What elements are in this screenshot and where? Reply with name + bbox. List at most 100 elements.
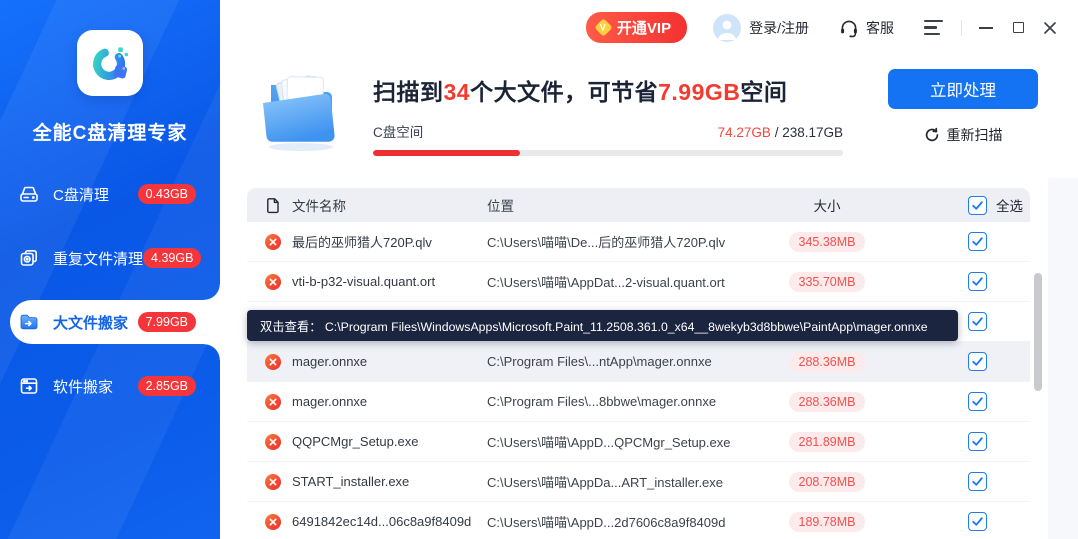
row-checkbox[interactable] xyxy=(968,352,987,371)
size-badge: 0.43GB xyxy=(138,184,196,204)
remove-file-icon[interactable] xyxy=(265,354,281,370)
sidebar-item-software-move[interactable]: 软件搬家 2.85GB xyxy=(0,364,220,408)
disk-usage-progressbar xyxy=(373,150,843,156)
drive-icon xyxy=(18,183,40,205)
tooltip-text: 双击查看： C:\Program Files\WindowsApps\Micro… xyxy=(260,317,928,335)
sidebar-item-label: 软件搬家 xyxy=(53,376,113,397)
disk-usage-row: C盘空间 74.27GB / 238.17GB xyxy=(373,121,843,141)
row-checkbox[interactable] xyxy=(968,312,987,331)
headset-icon xyxy=(839,18,859,38)
titlebar: V 开通VIP 登录/注册 xyxy=(220,0,1078,55)
file-size-badge: 335.70MB xyxy=(789,272,866,292)
right-gutter xyxy=(1048,178,1078,539)
row-checkbox[interactable] xyxy=(968,432,987,451)
table-row[interactable]: 最后的巫师猎人720P.qlv C:\Users\喵喵\De...后的巫师猎人7… xyxy=(247,222,1030,262)
file-doc-icon xyxy=(265,197,281,214)
app-logo-icon xyxy=(77,30,143,96)
folder-move-icon xyxy=(18,311,40,333)
scan-title: 扫描到34个大文件，可节省7.99GB空间 xyxy=(373,73,843,107)
file-location: C:\Users\喵喵\AppD...QPCMgr_Setup.exe xyxy=(487,432,762,451)
scan-summary: 扫描到34个大文件，可节省7.99GB空间 C盘空间 74.27GB / 238… xyxy=(220,55,1078,177)
file-location: C:\Program Files\...ntApp\mager.onnxe xyxy=(487,354,762,369)
large-files-table: 文件名称 位置 大小 全选 最后的巫师猎人720P.qlv C:\Users\喵… xyxy=(247,188,1030,539)
app-window: 全能C盘清理专家 C盘清理 0.43GB xyxy=(0,0,1078,539)
disk-label: C盘空间 xyxy=(373,121,423,141)
disk-separator: / xyxy=(771,125,782,140)
maximize-button[interactable] xyxy=(1010,20,1026,36)
file-size-badge: 281.89MB xyxy=(789,432,866,452)
file-size-badge: 208.78MB xyxy=(789,472,866,492)
login-register-button[interactable]: 登录/注册 xyxy=(713,14,809,42)
row-checkbox[interactable] xyxy=(968,392,987,411)
login-label: 登录/注册 xyxy=(749,18,809,38)
scan-title-size: 7.99GB xyxy=(658,79,740,105)
open-vip-button[interactable]: V 开通VIP xyxy=(586,12,687,43)
table-row[interactable]: QQPCMgr_Setup.exe C:\Users\喵喵\AppD...QPC… xyxy=(247,422,1030,462)
scan-actions: 立即处理 重新扫描 xyxy=(888,61,1038,177)
select-all-label: 全选 xyxy=(996,195,1023,215)
size-badge: 4.39GB xyxy=(143,248,201,268)
file-size-badge: 189.78MB xyxy=(789,512,866,532)
sidebar-item-duplicate-clean[interactable]: 重复文件清理 4.39GB xyxy=(0,236,220,280)
menu-button[interactable] xyxy=(924,20,946,36)
scan-title-part: 扫描到 xyxy=(373,79,444,105)
software-move-icon xyxy=(18,375,40,397)
scan-info: 扫描到34个大文件，可节省7.99GB空间 C盘空间 74.27GB / 238… xyxy=(373,61,843,177)
remove-file-icon[interactable] xyxy=(265,434,281,450)
table-row[interactable]: 6491842ec14d...06c8a9f8409d C:\Users\喵喵\… xyxy=(247,502,1030,539)
disk-total: 238.17GB xyxy=(782,125,843,140)
table-row[interactable]: vti-b-p32-visual.quant.ort C:\Users\喵喵\A… xyxy=(247,262,1030,302)
file-name: START_installer.exe xyxy=(292,474,409,489)
service-label: 客服 xyxy=(866,18,894,38)
row-checkbox[interactable] xyxy=(968,272,987,291)
scan-title-part: 个大文件，可节省 xyxy=(470,79,658,105)
disk-usage-fill xyxy=(373,150,520,156)
col-header-size: 大小 xyxy=(762,195,892,215)
table-scrollbar-thumb[interactable] xyxy=(1034,273,1042,391)
minimize-button[interactable] xyxy=(978,20,994,36)
file-name: mager.onnxe xyxy=(292,394,367,409)
file-size-badge: 288.36MB xyxy=(789,352,866,372)
file-location: C:\Users\喵喵\De...后的巫师猎人720P.qlv xyxy=(487,232,762,251)
size-badge: 7.99GB xyxy=(138,312,196,332)
titlebar-divider xyxy=(961,20,962,36)
rescan-label: 重新扫描 xyxy=(947,125,1003,145)
table-row[interactable]: mager.onnxe C:\Program Files\...8bbwe\ma… xyxy=(247,382,1030,422)
vip-gem-icon: V xyxy=(594,18,612,36)
file-name: vti-b-p32-visual.quant.ort xyxy=(292,274,435,289)
size-badge: 2.85GB xyxy=(138,376,196,396)
file-name: QQPCMgr_Setup.exe xyxy=(292,434,418,449)
row-checkbox[interactable] xyxy=(968,512,987,531)
file-location: C:\Program Files\...8bbwe\mager.onnxe xyxy=(487,394,762,409)
scan-title-count: 34 xyxy=(444,79,471,105)
sidebar-item-big-file-move[interactable]: 大文件搬家 7.99GB xyxy=(10,300,220,344)
sidebar-item-label: 重复文件清理 xyxy=(53,248,143,269)
col-header-location: 位置 xyxy=(487,195,762,215)
remove-file-icon[interactable] xyxy=(265,274,281,290)
file-location: C:\Users\喵喵\AppD...2d7606c8a9f8409d xyxy=(487,512,762,531)
row-checkbox[interactable] xyxy=(968,472,987,491)
disk-usage-numbers: 74.27GB / 238.17GB xyxy=(718,125,843,140)
main-content: V 开通VIP 登录/注册 xyxy=(220,0,1078,539)
table-row[interactable]: mager.onnxe C:\Program Files\...ntApp\ma… xyxy=(247,342,1030,382)
select-all-checkbox[interactable] xyxy=(968,196,987,215)
remove-file-icon[interactable] xyxy=(265,474,281,490)
remove-file-icon[interactable] xyxy=(265,394,281,410)
file-location: C:\Users\喵喵\AppDa...ART_installer.exe xyxy=(487,472,762,491)
process-now-button[interactable]: 立即处理 xyxy=(888,69,1038,109)
refresh-icon xyxy=(924,127,940,143)
row-checkbox[interactable] xyxy=(968,232,987,251)
remove-file-icon[interactable] xyxy=(265,234,281,250)
duplicate-files-icon xyxy=(18,247,40,269)
scan-title-part: 空间 xyxy=(740,79,787,105)
sidebar-item-c-drive-clean[interactable]: C盘清理 0.43GB xyxy=(0,172,220,216)
sidebar: 全能C盘清理专家 C盘清理 0.43GB xyxy=(0,0,220,539)
col-header-name: 文件名称 xyxy=(292,195,346,215)
rescan-button[interactable]: 重新扫描 xyxy=(924,125,1003,145)
file-name: 最后的巫师猎人720P.qlv xyxy=(292,232,432,251)
file-location: C:\Users\喵喵\AppDat...2-visual.quant.ort xyxy=(487,272,762,291)
customer-service-button[interactable]: 客服 xyxy=(839,18,894,38)
remove-file-icon[interactable] xyxy=(265,514,281,530)
table-row[interactable]: START_installer.exe C:\Users\喵喵\AppDa...… xyxy=(247,462,1030,502)
close-button[interactable] xyxy=(1042,20,1058,36)
